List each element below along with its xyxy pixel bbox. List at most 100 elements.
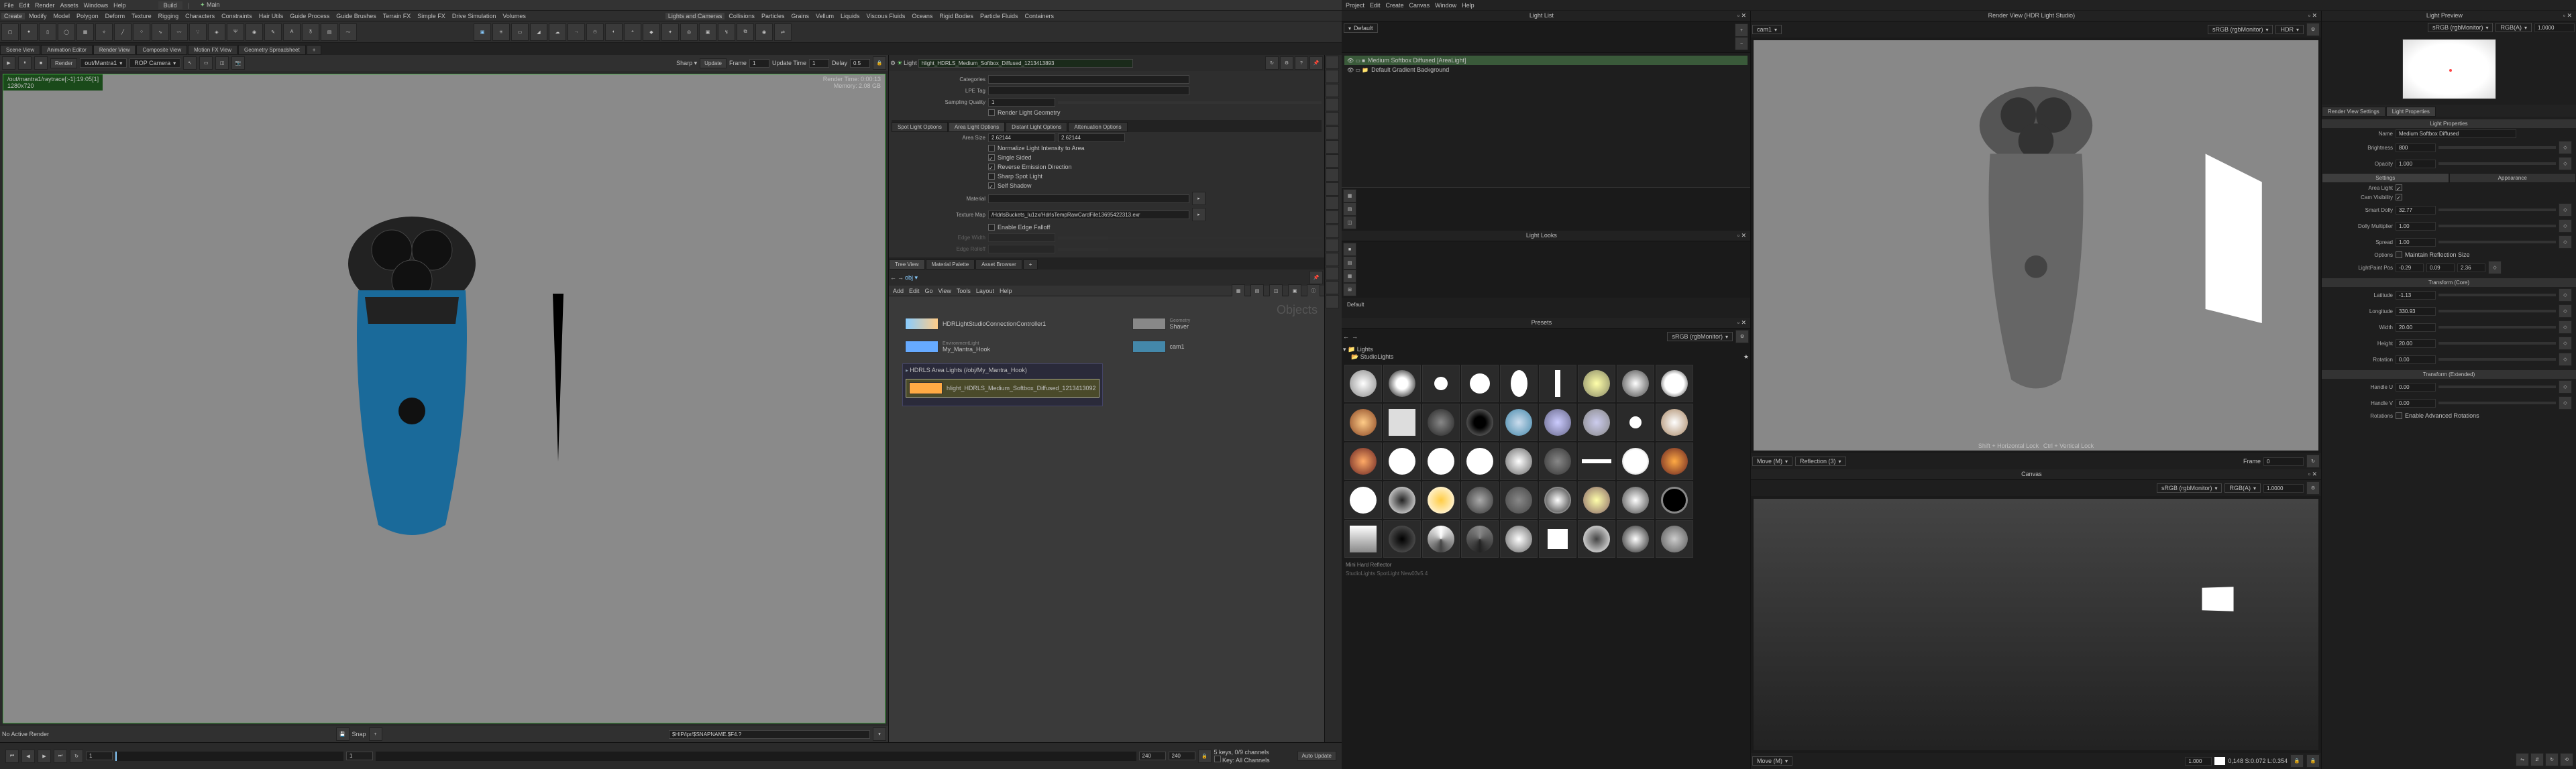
gilight-icon[interactable]: ◎ [680,23,698,41]
shelf-lights[interactable]: Lights and Cameras [665,13,725,19]
st-17[interactable] [1326,281,1339,294]
node-shaver[interactable]: GeometryShaver [1130,315,1193,333]
tab-node-add[interactable]: + [1023,259,1038,270]
gear-icon[interactable]: ⚙ [890,60,896,67]
rv-move-dropdown[interactable]: Move (M) ▾ [1752,457,1792,466]
rv-frame-input[interactable] [2263,457,2304,466]
preset-38[interactable] [1383,520,1421,558]
prop-height[interactable] [2396,339,2436,348]
preset-6[interactable] [1539,365,1576,402]
preset-44[interactable] [1617,520,1654,558]
prop-handle-u[interactable] [2396,383,2436,392]
spray-icon[interactable]: ∵ [189,23,207,41]
reload-icon[interactable]: ↻ [1265,56,1279,70]
distantlight-icon[interactable]: → [568,23,585,41]
preset-36[interactable] [1656,481,1693,519]
arealight-icon[interactable]: ▭ [511,23,529,41]
menu-windows[interactable]: Windows [84,2,109,9]
ll-default-dropdown[interactable]: ▾ Default [1344,23,1378,33]
torus-icon[interactable]: ◯ [58,23,75,41]
preset-31[interactable] [1461,481,1499,519]
material-input[interactable] [988,194,1189,203]
lp-undock-icon[interactable]: ▫ ✕ [2563,12,2572,19]
subtab-area[interactable]: Area Light Options [949,122,1005,132]
gear2-icon[interactable]: ⚙ [1280,56,1293,70]
update-button[interactable]: Update [700,58,727,68]
preset-tree-lights[interactable]: ▾ 📁 Lights [1343,346,1749,353]
obj-icon[interactable]: obj ▾ [905,274,918,282]
tab-render-view[interactable]: Render View [93,45,136,55]
sampling-slider[interactable] [1058,101,1322,104]
shelf-create[interactable]: Create [1,13,25,19]
save-snap-icon[interactable]: 💾 [336,727,350,741]
pin-icon[interactable]: 📌 [1309,56,1323,70]
tl-scrub[interactable] [115,752,343,761]
tab-light-props[interactable]: Light Properties [2386,107,2436,117]
rv-sync-icon[interactable]: ↻ [2306,455,2320,468]
brightness-slider[interactable] [2438,146,2556,149]
lk-t4-icon[interactable]: ⊞ [1343,283,1356,296]
opacity-slider[interactable] [2438,162,2556,165]
pin2-icon[interactable]: 📌 [1309,271,1323,284]
menu-edit[interactable]: Edit [19,2,30,9]
preset-24[interactable] [1539,442,1576,480]
hmenu-edit[interactable]: Edit [1370,2,1381,9]
preset-17[interactable] [1617,404,1654,441]
prop-dollymult[interactable] [2396,222,2436,231]
pr-gear-icon[interactable]: ⚙ [1735,330,1749,343]
node-area[interactable]: Objects HDRLightStudioConnectionControll… [889,296,1324,742]
preset-14[interactable] [1500,404,1538,441]
menu-assets[interactable]: Assets [60,2,78,9]
grid-icon[interactable]: ▦ [76,23,94,41]
stop-icon[interactable]: ■ [34,56,48,70]
cv-val[interactable] [2185,757,2212,766]
node-cam[interactable]: cam1 [1130,338,1193,355]
st-3[interactable] [1326,84,1339,97]
rv-reflection-dropdown[interactable]: Reflection (3) ▾ [1795,457,1846,466]
brightness-anim-icon[interactable]: ◇ [2559,141,2572,154]
indirectlight-icon[interactable]: ↯ [718,23,735,41]
node-envlight[interactable]: EnvironmentLightMy_Mantra_Hook [902,338,1103,355]
prop-width[interactable] [2396,323,2436,332]
tl-lock-icon[interactable]: 🔒 [1198,750,1212,763]
preset-33[interactable] [1539,481,1576,519]
spline-icon[interactable]: ⁓ [339,23,357,41]
preset-16[interactable] [1578,404,1615,441]
preset-41[interactable] [1500,520,1538,558]
node-controller[interactable]: HDRLightStudioConnectionController1 [902,315,1103,333]
preset-5[interactable] [1500,365,1538,402]
tube-icon[interactable]: ▯ [39,23,56,41]
st-18[interactable] [1326,295,1339,308]
hdrls-render-view[interactable]: Shift + Horizontal Lock Ctrl + Vertical … [1754,40,2318,451]
cv-gear-icon[interactable]: ⚙ [2306,481,2320,495]
prop-dolly[interactable] [2396,206,2436,215]
fwd-icon[interactable]: → [898,274,904,281]
st-5[interactable] [1326,112,1339,125]
tl-end[interactable] [1139,752,1166,760]
tex-picker-icon[interactable]: ▸ [1192,208,1205,221]
null-icon[interactable]: ✧ [95,23,113,41]
sphere-icon[interactable]: ● [20,23,38,41]
canvas-view[interactable] [1754,499,2318,750]
region-icon[interactable]: ▭ [199,56,213,70]
reset-icon[interactable]: ⟲ [2560,753,2573,766]
lk-t3-icon[interactable]: ▦ [1343,270,1356,283]
node-hlight[interactable]: hlight_HDRLS_Medium_Softbox_Diffused_121… [906,379,1099,398]
draw-icon[interactable]: ✎ [264,23,282,41]
lp-cs[interactable]: sRGB (rgbMonitor) ▾ [2428,23,2493,32]
selfshadow-check[interactable] [988,182,995,189]
pr-fwd-icon[interactable]: → [1352,333,1358,340]
preset-12[interactable] [1422,404,1460,441]
texmap-input[interactable] [988,211,1189,219]
cv-exposure[interactable] [2263,484,2304,493]
pointlight-icon[interactable]: ☀ [492,23,510,41]
menu-file[interactable]: File [4,2,14,9]
preset-23[interactable] [1500,442,1538,480]
preset-22[interactable] [1461,442,1499,480]
tab-composite[interactable]: Composite View [136,45,187,55]
tab-add[interactable]: + [307,45,322,55]
envlight-icon[interactable]: ◓ [624,23,641,41]
st-7[interactable] [1326,140,1339,154]
tl-frame[interactable] [86,752,113,760]
info-icon[interactable]: ⓘ [1307,284,1320,298]
